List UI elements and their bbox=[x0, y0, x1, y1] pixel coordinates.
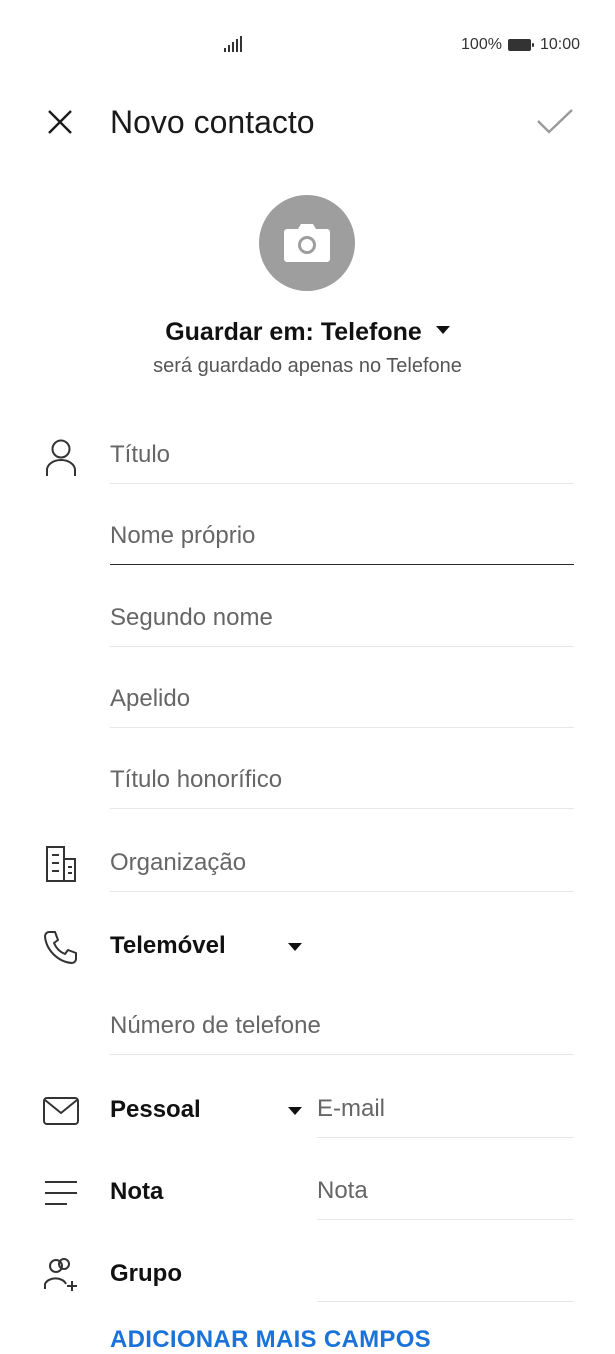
phone-number-field[interactable] bbox=[110, 998, 574, 1055]
last-name-field[interactable] bbox=[110, 671, 574, 728]
chevron-down-icon[interactable] bbox=[288, 943, 302, 951]
status-right: 100% 10:00 bbox=[461, 36, 580, 54]
middle-name-field[interactable] bbox=[110, 590, 574, 647]
suffix-input[interactable] bbox=[110, 752, 574, 808]
group-label: Grupo bbox=[110, 1260, 182, 1287]
organization-input[interactable] bbox=[110, 835, 574, 891]
note-lines-icon bbox=[40, 1172, 82, 1214]
last-name-input[interactable] bbox=[110, 671, 574, 727]
title-input[interactable] bbox=[110, 427, 574, 483]
middle-name-input[interactable] bbox=[110, 590, 574, 646]
save-button[interactable] bbox=[530, 98, 580, 144]
save-location-selector[interactable]: Guardar em: Telefone bbox=[0, 314, 615, 350]
save-location-subtitle: será guardado apenas no Telefone bbox=[153, 355, 462, 377]
note-field[interactable] bbox=[317, 1163, 574, 1220]
add-more-fields-button[interactable]: ADICIONAR MAIS CAMPOS bbox=[110, 1326, 431, 1354]
status-time: 10:00 bbox=[539, 36, 580, 53]
suffix-field[interactable] bbox=[110, 752, 574, 809]
check-icon bbox=[537, 109, 573, 134]
battery-percent: 100% bbox=[461, 36, 502, 53]
chevron-down-icon bbox=[435, 326, 450, 335]
phone-type-selector[interactable]: Telemóvel bbox=[110, 932, 226, 960]
email-input[interactable] bbox=[317, 1081, 574, 1137]
phone-number-input[interactable] bbox=[110, 998, 574, 1054]
group-add-icon bbox=[40, 1254, 82, 1296]
organization-field[interactable] bbox=[110, 835, 574, 892]
close-icon bbox=[48, 110, 72, 134]
signal-bars-icon bbox=[224, 36, 242, 57]
first-name-field[interactable] bbox=[110, 508, 574, 565]
title-field[interactable] bbox=[110, 427, 574, 484]
group-selector[interactable] bbox=[317, 1245, 574, 1302]
person-icon bbox=[40, 436, 82, 478]
camera-icon bbox=[284, 224, 330, 262]
note-label: Nota bbox=[110, 1178, 164, 1205]
first-name-input[interactable] bbox=[110, 508, 574, 564]
note-input[interactable] bbox=[317, 1163, 574, 1219]
building-icon bbox=[40, 843, 82, 885]
phone-icon bbox=[40, 926, 82, 968]
email-type-selector[interactable]: Pessoal bbox=[110, 1096, 201, 1124]
email-field[interactable] bbox=[317, 1081, 574, 1138]
close-button[interactable] bbox=[38, 100, 82, 144]
chevron-down-icon[interactable] bbox=[288, 1107, 302, 1115]
battery-full-icon bbox=[507, 39, 534, 51]
mail-icon bbox=[40, 1090, 82, 1132]
save-location-label: Guardar em: Telefone bbox=[165, 318, 422, 346]
page-title: Novo contacto bbox=[110, 104, 315, 140]
add-photo-button[interactable] bbox=[259, 195, 355, 291]
